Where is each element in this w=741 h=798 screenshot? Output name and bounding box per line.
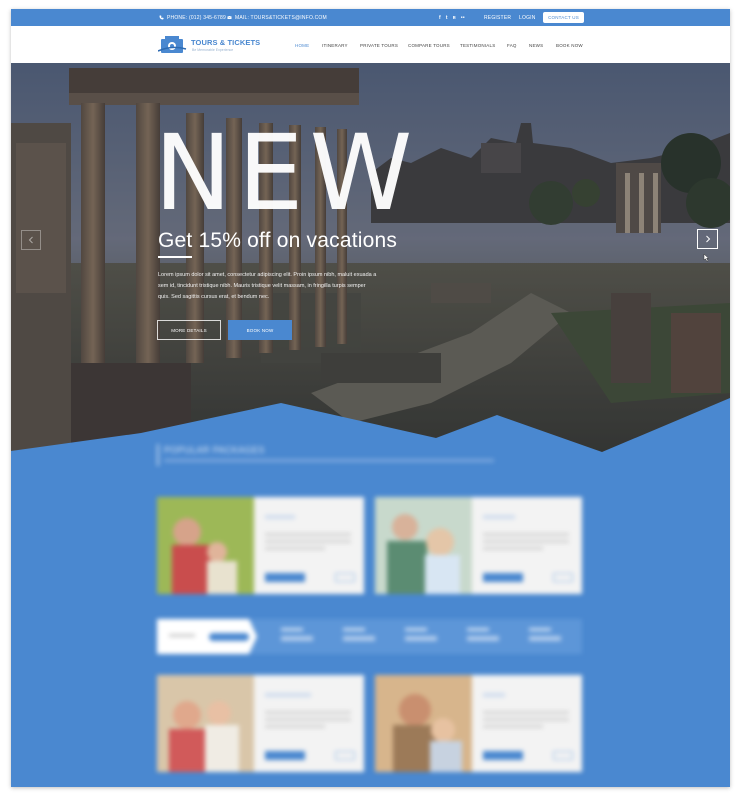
nav-itinerary[interactable]: ITINERARY xyxy=(322,43,348,48)
package-title xyxy=(483,693,505,697)
package-title xyxy=(483,515,515,519)
package-image xyxy=(157,497,254,594)
nav-home[interactable]: HOME xyxy=(295,43,309,48)
main-navbar: TOURS & TICKETS Be Memorable Experience … xyxy=(11,26,730,63)
package-title xyxy=(265,515,295,519)
chevron-left-icon xyxy=(28,236,33,244)
package-description xyxy=(483,711,569,732)
hero-title: NEW xyxy=(154,112,419,234)
brand-name[interactable]: TOURS & TICKETS xyxy=(191,38,260,47)
search-field[interactable] xyxy=(529,628,567,641)
mail-info: MAIL: TOURS&TICKETS@INFO.COM xyxy=(227,9,327,26)
search-field[interactable] xyxy=(281,628,319,641)
package-price xyxy=(335,573,355,582)
section-title: POPULAR PACKAGES xyxy=(164,445,265,455)
package-card[interactable] xyxy=(375,675,582,772)
package-button[interactable] xyxy=(483,573,523,582)
hero-slider: NEW Get 15% off on vacations Lorem ipsum… xyxy=(11,63,730,455)
register-link[interactable]: REGISTER xyxy=(484,9,511,26)
package-price xyxy=(553,751,573,760)
login-link[interactable]: LOGIN xyxy=(519,9,536,26)
package-button[interactable] xyxy=(265,573,305,582)
package-button[interactable] xyxy=(483,751,523,760)
package-title xyxy=(265,693,311,697)
section-accent-bar xyxy=(157,444,159,466)
social-links: f t ʀ •• xyxy=(439,9,465,26)
twitter-icon[interactable]: t xyxy=(446,15,448,21)
nav-private-tours[interactable]: PRIVATE TOURS xyxy=(360,43,398,48)
package-price xyxy=(335,751,355,760)
search-button[interactable] xyxy=(209,633,249,641)
package-description xyxy=(483,533,569,554)
hero-description: Lorem ipsum dolor sit amet, consectetur … xyxy=(158,272,377,300)
nav-book-now[interactable]: BOOK NOW xyxy=(556,43,583,48)
section-description xyxy=(164,459,494,462)
mail-icon xyxy=(227,15,232,19)
package-card[interactable] xyxy=(157,675,364,772)
nav-compare-tours[interactable]: COMPARE TOURS xyxy=(408,43,450,48)
slider-next-button[interactable] xyxy=(697,229,718,249)
search-tab-label xyxy=(169,634,195,637)
chevron-right-icon xyxy=(705,235,710,243)
search-field[interactable] xyxy=(405,628,443,641)
package-price xyxy=(553,573,573,582)
rss-icon[interactable]: ʀ xyxy=(453,15,456,21)
package-card[interactable] xyxy=(157,497,364,594)
nav-news[interactable]: NEWS xyxy=(529,43,543,48)
mouse-cursor-icon xyxy=(703,253,710,262)
package-image xyxy=(157,675,254,772)
nav-faq[interactable]: FAQ xyxy=(507,43,517,48)
popular-packages-section: POPULAR PACKAGES xyxy=(11,429,730,787)
package-description xyxy=(265,533,351,554)
slider-prev-button[interactable] xyxy=(21,230,41,250)
search-field[interactable] xyxy=(343,628,381,641)
mail-text: MAIL: TOURS&TICKETS@INFO.COM xyxy=(235,14,327,21)
search-tab[interactable] xyxy=(157,619,257,654)
search-field[interactable] xyxy=(467,628,505,641)
flickr-icon[interactable]: •• xyxy=(461,15,465,21)
phone-icon xyxy=(159,15,164,20)
package-description xyxy=(265,711,351,732)
phone-info: PHONE: (012) 345-6789 xyxy=(159,9,226,26)
phone-text: PHONE: (012) 345-6789 xyxy=(167,14,226,21)
tour-search-strip xyxy=(157,619,582,654)
hero-subtitle: Get 15% off on vacations xyxy=(158,229,398,252)
contact-us-button[interactable]: CONTACT US xyxy=(543,12,584,23)
page-frame: PHONE: (012) 345-6789 MAIL: TOURS&TICKET… xyxy=(11,9,730,787)
brand-tagline: Be Memorable Experience xyxy=(192,48,234,52)
package-image xyxy=(375,675,472,772)
nav-testimonials[interactable]: TESTIMONIALS xyxy=(460,43,495,48)
top-bar: PHONE: (012) 345-6789 MAIL: TOURS&TICKET… xyxy=(11,9,730,26)
book-now-button[interactable]: BOOK NOW xyxy=(228,320,292,340)
package-button[interactable] xyxy=(265,751,305,760)
facebook-icon[interactable]: f xyxy=(439,15,441,21)
package-card[interactable] xyxy=(375,497,582,594)
more-details-button[interactable]: MORE DETAILS xyxy=(157,320,221,340)
package-image xyxy=(375,497,472,594)
hero-divider xyxy=(158,256,192,258)
